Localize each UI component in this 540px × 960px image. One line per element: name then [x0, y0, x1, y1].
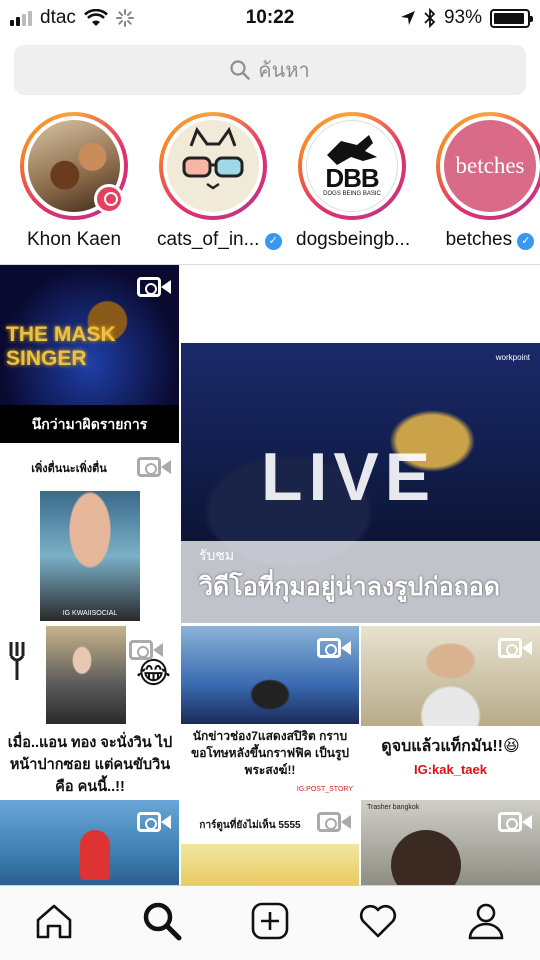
stories-tray: Khon Kaen cats_of_in... ✓ DBB DOGS BEING… [0, 108, 540, 260]
post-source: Trasher bangkok [367, 804, 420, 811]
explore-post-portrait[interactable]: Trasher bangkok [361, 800, 540, 885]
home-icon [36, 904, 72, 939]
post-thumbnail [80, 830, 110, 880]
search-icon [143, 902, 182, 941]
story-name: cats_of_in... ✓ [157, 229, 282, 251]
post-thumbnail [46, 626, 126, 724]
story-name: betches ✓ [434, 229, 540, 251]
story-cats-of-instagram[interactable]: cats_of_in... ✓ [157, 112, 282, 251]
explore-post-news-ch7[interactable]: นักข่าวช่อง7แสดงสปิริต กราบขอโทษหลังขึ้น… [181, 626, 359, 798]
post-thumbnail [181, 844, 359, 885]
explore-post-just-woke-up[interactable]: เพิ่งตื่นนะเพิ่งตื่น IG KWAIISOCIAL [0, 445, 179, 625]
explore-post-tag-them[interactable]: ดูจบแล้วแท็กมัน!!😆 IG:kak_taek [361, 626, 540, 798]
explore-post-mask-singer[interactable]: THE MASK SINGER นึกว่ามาผิดรายการ [0, 265, 179, 443]
profile-icon [468, 903, 504, 940]
post-caption: ดูจบแล้วแท็กมัน!!😆 [381, 738, 520, 755]
video-icon [498, 810, 532, 834]
fork-icon [9, 642, 25, 680]
post-caption: นักข่าวช่อง7แสดงสปิริต กราบขอโทษหลังขึ้น… [191, 729, 349, 777]
video-icon [137, 810, 171, 834]
overlay-large-text: วิดีโอที่กุมอยู่น่าลงรูปก่อถอด [199, 573, 500, 601]
new-post-icon [251, 902, 289, 940]
search-placeholder: ค้นหา [258, 60, 310, 82]
overlay-small-text: รับชม [199, 547, 235, 563]
status-bar: dtac 10:22 93% [0, 0, 540, 36]
tab-profile[interactable] [456, 891, 516, 951]
location-icon [94, 184, 124, 214]
search-input[interactable]: ค้นหา [14, 45, 526, 95]
video-icon [129, 638, 163, 662]
story-khon-kaen[interactable]: Khon Kaen [18, 112, 130, 251]
tab-home[interactable] [24, 891, 84, 951]
explore-post-mask-singer-live[interactable]: LIVE workpoint รับชม วิดีโอที่กุมอยู่น่า… [181, 343, 540, 623]
post-watermark: IG KWAIISOCIAL [62, 610, 118, 617]
story-betches[interactable]: betches betches ✓ [434, 112, 540, 251]
bluetooth-icon [424, 8, 436, 28]
betches-logo-text: betches [455, 153, 525, 178]
dbb-logo-subtext: DOGS BEING BASIC [323, 191, 381, 197]
post-caption: การ์ตูนที่ยังไม่เห็น 5555 [199, 820, 301, 831]
battery-icon [490, 8, 533, 28]
location-arrow-icon [400, 11, 415, 25]
story-avatar: betches [444, 120, 536, 212]
live-stage-text: LIVE [261, 439, 437, 515]
video-icon [317, 636, 351, 660]
search-icon [230, 60, 250, 80]
explore-grid: THE MASK SINGER นึกว่ามาผิดรายการ เพิ่งต… [0, 265, 540, 885]
explore-post-cartoon-sea[interactable] [0, 800, 179, 885]
verified-badge-icon: ✓ [517, 233, 535, 250]
video-icon [137, 275, 171, 299]
tab-activity[interactable] [348, 891, 408, 951]
activity-heart-icon [359, 904, 397, 938]
story-name: dogsbeingb... [296, 229, 411, 250]
battery-percent: 93% [443, 7, 482, 28]
explore-post-motorbike-taxi[interactable]: 😂 เมื่อ..แอน ทอง จะนั่งวิน ไปหน้าปากซอย … [0, 626, 179, 798]
caption-overlay: รับชม วิดีโอที่กุมอยู่น่าลงรูปก่อถอด [181, 541, 540, 623]
bottom-tab-bar [0, 885, 540, 960]
video-icon [317, 810, 351, 834]
tab-search[interactable] [132, 891, 192, 951]
battery-level-fill [494, 12, 524, 24]
dbb-logo-text: DBB [325, 163, 379, 193]
post-thumbnail: IG KWAIISOCIAL [40, 491, 140, 621]
tab-new-post[interactable] [240, 891, 300, 951]
mask-singer-banner: THE MASK SINGER [6, 323, 116, 370]
story-dogsbeingbasic[interactable]: DBB DOGS BEING BASIC dogsbeingb... [296, 112, 411, 251]
channel-logo: workpoint [495, 353, 530, 362]
post-thumbnail [391, 830, 461, 885]
post-caption: เพิ่งตื่นนะเพิ่งตื่น [31, 463, 107, 475]
cat-with-glasses-icon [182, 126, 244, 190]
story-name: Khon Kaen [26, 229, 122, 250]
video-icon [137, 455, 171, 479]
post-source: IG:POST_STORY [296, 786, 353, 793]
video-icon [498, 636, 532, 660]
instagram-explore-screen: dtac 10:22 93% ค้นหา Khon Kaen cats_of_i… [0, 0, 540, 960]
story-avatar [167, 120, 259, 212]
story-avatar: DBB DOGS BEING BASIC [306, 120, 398, 212]
explore-post-cartoon[interactable]: การ์ตูนที่ยังไม่เห็น 5555 [181, 800, 359, 885]
post-caption: เมื่อ..แอน ทอง จะนั่งวิน ไปหน้าปากซอย แต… [7, 735, 173, 795]
post-handle: IG:kak_taek [414, 762, 487, 777]
post-caption: นึกว่ามาผิดรายการ [0, 405, 179, 443]
verified-badge-icon: ✓ [264, 233, 282, 250]
